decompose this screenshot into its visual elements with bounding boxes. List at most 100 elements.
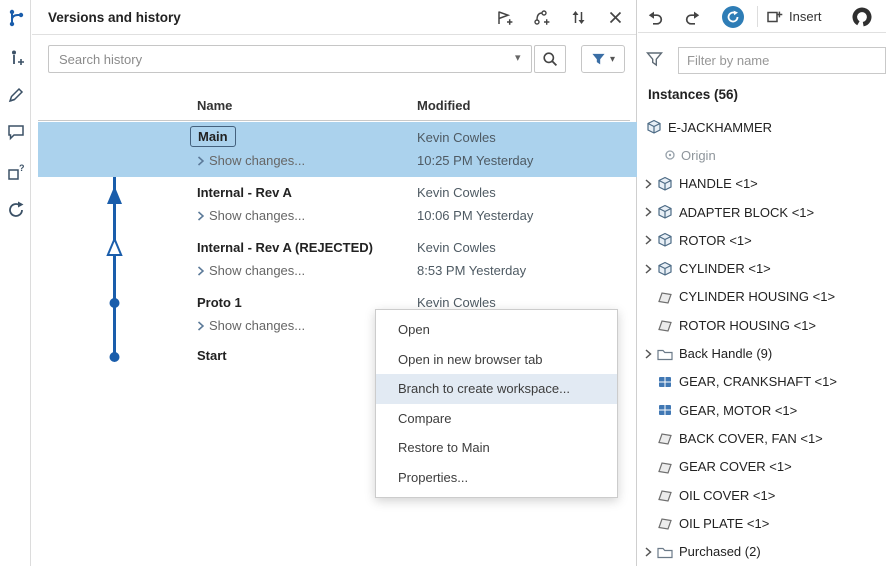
versions-history-panel: Versions and history ▾ (32, 0, 637, 566)
tree-item-adapter-block[interactable]: ADAPTER BLOCK <1> (638, 198, 886, 226)
history-column-headers: Name Modified (38, 95, 630, 121)
filter-by-name-input[interactable] (678, 47, 886, 74)
folder-icon (656, 544, 674, 560)
history-row-internal-rev-a[interactable]: Internal - Rev A Show changes... Kevin C… (38, 177, 637, 232)
show-changes-link[interactable]: Show changes... (197, 208, 305, 223)
tree-item-rotor-housing[interactable]: ROTOR HOUSING <1> (638, 311, 886, 339)
comments-icon[interactable] (3, 119, 28, 144)
undo-icon[interactable] (644, 5, 668, 29)
instances-header: Instances (56) (648, 87, 738, 102)
versions-history-icon[interactable] (3, 5, 28, 30)
part-icon (656, 515, 674, 531)
chevron-right-icon[interactable] (640, 176, 656, 192)
tree-item-root[interactable]: E-JACKHAMMER (638, 113, 886, 141)
tree-item-rotor[interactable]: ROTOR <1> (638, 226, 886, 254)
filter-funnel-icon (591, 52, 606, 66)
part-icon (656, 289, 674, 305)
refresh-history-icon[interactable] (3, 197, 28, 222)
tree-item-oil-cover[interactable]: OIL COVER <1> (638, 481, 886, 509)
insert-button[interactable]: Insert (766, 0, 822, 33)
instances-filter-icon[interactable] (646, 51, 663, 67)
tree-item-purchased[interactable]: Purchased (2) (638, 537, 886, 565)
menu-item-branch-to-create-workspace[interactable]: Branch to create workspace... (376, 374, 617, 404)
chevron-right-icon[interactable] (640, 346, 656, 362)
edit-marker-icon[interactable] (3, 82, 28, 107)
part-icon (656, 459, 674, 475)
version-time: 10:25 PM Yesterday (417, 153, 533, 168)
chevron-right-icon (197, 211, 204, 221)
column-header-modified: Modified (417, 98, 470, 113)
assembly-toolbar: Insert (638, 0, 886, 33)
assembly-icon (645, 119, 663, 135)
tree-item-gear-cover[interactable]: GEAR COVER <1> (638, 453, 886, 481)
version-name: Internal - Rev A (REJECTED) (197, 240, 373, 255)
history-row-internal-rev-a-rejected[interactable]: Internal - Rev A (REJECTED) Show changes… (38, 232, 637, 287)
create-version-icon[interactable] (493, 6, 515, 28)
help-box-icon[interactable]: ? (3, 159, 28, 184)
tree-item-origin[interactable]: Origin (638, 141, 886, 169)
tree-item-gear-crankshaft[interactable]: GEAR, CRANKSHAFT <1> (638, 368, 886, 396)
search-history-input[interactable] (48, 45, 532, 73)
tree-item-label: Back Handle (9) (679, 346, 772, 361)
toolbar-divider (757, 6, 758, 27)
composite-part-icon (656, 374, 674, 390)
ring-icon[interactable] (850, 5, 874, 29)
part-icon (656, 487, 674, 503)
column-header-name: Name (197, 98, 232, 113)
menu-item-open[interactable]: Open (376, 315, 617, 345)
show-changes-link[interactable]: Show changes... (197, 318, 305, 333)
version-name: Start (197, 348, 227, 363)
tree-item-handle[interactable]: HANDLE <1> (638, 170, 886, 198)
menu-item-compare[interactable]: Compare (376, 404, 617, 434)
close-icon[interactable] (604, 6, 626, 28)
tree-item-back-handle[interactable]: Back Handle (9) (638, 339, 886, 367)
history-row-main[interactable]: Main Show changes... Kevin Cowles 10:25 … (38, 122, 637, 177)
search-button[interactable] (534, 45, 566, 73)
version-time: 10:06 PM Yesterday (417, 208, 533, 223)
tree-item-label: OIL PLATE <1> (679, 516, 769, 531)
menu-item-open-new-tab[interactable]: Open in new browser tab (376, 345, 617, 375)
sync-circle-icon[interactable] (721, 5, 745, 29)
panel-header-actions (493, 6, 636, 28)
instances-tree: E-JACKHAMMER Origin HANDLE <1> ADAPTER B… (638, 113, 886, 566)
chevron-right-icon (197, 156, 204, 166)
onshape-document-window: ? Versions and history (0, 0, 886, 566)
left-dock-rail: ? (0, 0, 31, 566)
tree-item-label: Origin (681, 148, 716, 163)
menu-item-properties[interactable]: Properties... (376, 463, 617, 493)
panel-title: Versions and history (48, 10, 181, 25)
create-version-icon[interactable] (3, 45, 28, 70)
tree-item-label: E-JACKHAMMER (668, 120, 772, 135)
tree-item-cylinder[interactable]: CYLINDER <1> (638, 254, 886, 282)
version-name[interactable]: Main (190, 126, 236, 147)
chevron-right-icon[interactable] (640, 261, 656, 277)
tree-item-cylinder-housing[interactable]: CYLINDER HOUSING <1> (638, 283, 886, 311)
tree-item-back-cover-fan[interactable]: BACK COVER, FAN <1> (638, 424, 886, 452)
tree-item-label: ROTOR <1> (679, 233, 752, 248)
tree-item-label: CYLINDER HOUSING <1> (679, 289, 835, 304)
version-author: Kevin Cowles (417, 130, 496, 145)
menu-item-restore-to-main[interactable]: Restore to Main (376, 433, 617, 463)
tree-item-label: CYLINDER <1> (679, 261, 771, 276)
tree-item-label: GEAR COVER <1> (679, 459, 792, 474)
filter-button[interactable]: ▾ (581, 45, 625, 73)
tree-item-oil-plate[interactable]: OIL PLATE <1> (638, 509, 886, 537)
svg-text:?: ? (19, 163, 25, 173)
version-name: Proto 1 (197, 295, 242, 310)
tree-item-label: ADAPTER BLOCK <1> (679, 205, 814, 220)
chevron-right-icon[interactable] (640, 232, 656, 248)
tree-item-label: BACK COVER, FAN <1> (679, 431, 823, 446)
tree-item-gear-motor[interactable]: GEAR, MOTOR <1> (638, 396, 886, 424)
redo-icon[interactable] (680, 5, 704, 29)
chevron-right-icon[interactable] (640, 204, 656, 220)
show-changes-link[interactable]: Show changes... (197, 263, 305, 278)
folder-icon (656, 346, 674, 362)
filter-caret-icon: ▾ (610, 54, 615, 65)
chevron-right-icon[interactable] (640, 544, 656, 560)
expand-collapse-icon[interactable] (567, 6, 589, 28)
tree-item-label: HANDLE <1> (679, 176, 758, 191)
insert-button-label: Insert (789, 9, 822, 24)
show-changes-link[interactable]: Show changes... (197, 153, 305, 168)
part-icon (656, 430, 674, 446)
create-branch-icon[interactable] (530, 6, 552, 28)
